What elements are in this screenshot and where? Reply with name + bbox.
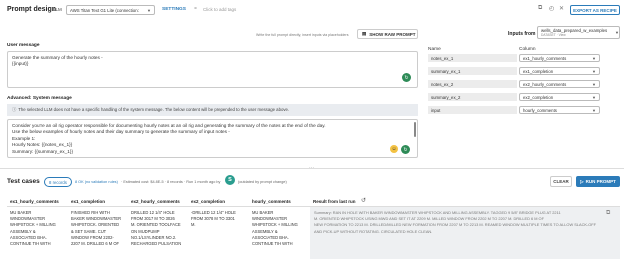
copy-icon[interactable]: ⧉: [606, 210, 610, 217]
column-header: hourly_comments: [252, 199, 291, 204]
chevron-down-icon: ▼: [592, 68, 596, 74]
column-select[interactable]: hourly_comments ▼: [519, 106, 600, 114]
table-cell: FINISHED RIH WITH BAKER WINDOWMASTER WHI…: [71, 210, 122, 247]
user-message-label: User message: [7, 43, 40, 48]
dataset-select[interactable]: wells_data_prepared_w_examples DATASET ·…: [537, 26, 620, 39]
table-cell: MU BAKER WINDOWMASTER WHIPSTOCK + MILLIN…: [10, 210, 56, 247]
history-icon[interactable]: ◴: [549, 5, 554, 12]
system-message-label: Advanced: System message: [7, 96, 72, 101]
chevron-down-icon: ▼: [615, 30, 619, 35]
delete-icon[interactable]: ✕: [559, 5, 564, 12]
llm-select[interactable]: AWS Titan Text G1 Lite (connection: ▼: [66, 5, 155, 15]
system-message-notice: ⓘ The selected LLM does not have a specif…: [7, 104, 418, 116]
copy-icon[interactable]: ⧉: [538, 5, 542, 12]
chevron-down-icon: ▼: [592, 94, 596, 100]
column-header: ex1_hourly_comments: [10, 199, 59, 204]
records-badge[interactable]: 8 records: [44, 177, 72, 187]
avatar: S: [225, 175, 235, 185]
name-header: Name: [428, 47, 441, 52]
outdated-note: (outdated by prompt change): [238, 180, 287, 184]
column-select[interactable]: ex1_completion ▼: [519, 67, 600, 75]
history-icon[interactable]: ↺: [361, 197, 366, 204]
chevron-down-icon: ▼: [592, 107, 596, 113]
test-cases-title: Test cases: [7, 178, 40, 185]
prompt-hint: Write the full prompt directly, insert i…: [256, 33, 349, 37]
result-text: Summary: RAN IN HOLE WITH BAKER WINDOWMA…: [314, 210, 597, 234]
validation-link[interactable]: 8 OK (no validation rules): [75, 180, 118, 184]
assistant-icon[interactable]: ↻: [401, 145, 410, 154]
emoji-icon[interactable]: ☺: [390, 145, 398, 153]
user-message-line: {{input}}: [12, 61, 29, 67]
result-cell: Summary: RAN IN HOLE WITH BAKER WINDOWMA…: [310, 207, 620, 259]
column-header: Column: [519, 47, 536, 52]
inputs-from-label: Inputs from: [508, 31, 536, 37]
llm-label: LLM: [53, 7, 62, 12]
clear-button[interactable]: CLEAR: [550, 176, 572, 187]
info-icon: ⓘ: [12, 107, 17, 112]
column-header: ex2_completion: [191, 199, 226, 204]
column-header: Result from last run: [313, 199, 356, 204]
column-header: ex2_hourly_comments: [131, 199, 180, 204]
table-cell: MU BAKER WINDOWMASTER WHIPSTOCK + MILLIN…: [252, 210, 298, 247]
system-message-line: Summary: {{summary_ex_1}}: [12, 148, 73, 154]
table-cell: -DRILLED 12 1/4" HOLE FROM 3078 M TO 330…: [191, 210, 236, 228]
show-raw-prompt-button[interactable]: ▤ SHOW RAW PROMPT: [357, 29, 418, 39]
system-message-editor[interactable]: Consider you're an oil rig operator resp…: [7, 119, 418, 158]
run-prompt-button[interactable]: ▷ RUN PROMPT: [576, 176, 620, 187]
scrollbar[interactable]: [414, 122, 416, 137]
input-name-field[interactable]: input: [428, 106, 517, 114]
assistant-icon[interactable]: ↻: [402, 73, 411, 82]
chevron-down-icon: ▼: [147, 7, 151, 13]
tag-icon: ⚬: [193, 6, 199, 12]
page-title: Prompt design: [7, 6, 57, 13]
column-select[interactable]: ex1_hourly_comments ▼: [519, 54, 600, 62]
column-header: ex1_completion: [71, 199, 106, 204]
input-name-field[interactable]: notes_ex_2: [428, 80, 517, 88]
chevron-down-icon: ▼: [592, 55, 596, 61]
table-cell: DRILLED 12 1/4" HOLE FROM 3017 M TO 3026…: [131, 210, 182, 247]
input-name-field[interactable]: summary_ex_1: [428, 67, 517, 75]
document-icon: ▤: [362, 31, 367, 36]
chevron-down-icon: ▼: [592, 81, 596, 87]
run-info: · Estimated cost: $4.8E-5 · 8 records · …: [121, 180, 221, 184]
column-select[interactable]: ex2_completion ▼: [519, 93, 600, 101]
export-recipe-button[interactable]: EXPORT AS RECIPE: [570, 5, 620, 15]
play-icon: ▷: [580, 178, 584, 184]
column-select[interactable]: ex2_hourly_comments ▼: [519, 80, 600, 88]
input-name-field[interactable]: notes_ex_1: [428, 54, 517, 62]
settings-link[interactable]: SETTINGS: [162, 7, 186, 12]
input-name-field[interactable]: summary_ex_2: [428, 93, 517, 101]
user-message-editor[interactable]: Generate the summary of the hourly notes…: [7, 51, 418, 88]
add-tags-button[interactable]: Click to add tags: [203, 7, 236, 12]
resize-handle-icon[interactable]: ···: [309, 165, 314, 171]
